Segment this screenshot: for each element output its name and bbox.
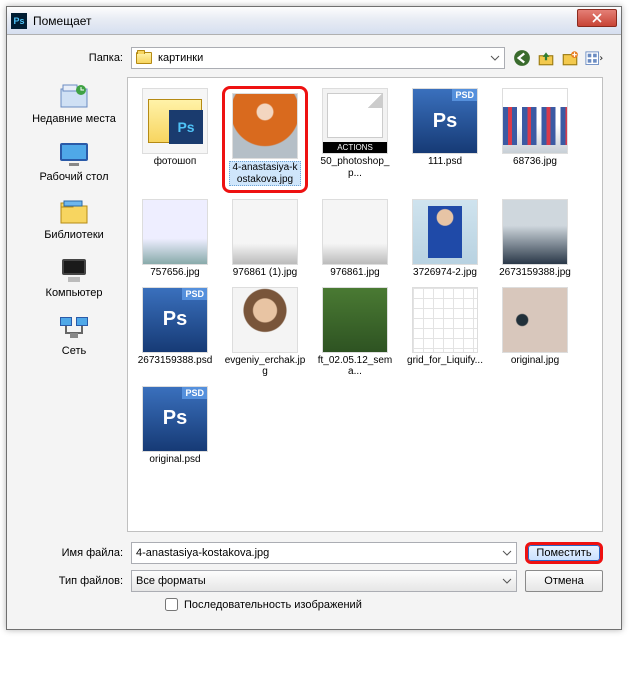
file-name: 976861 (1).jpg — [233, 267, 298, 279]
file-thumbnail — [502, 287, 568, 353]
window-title: Помещает — [33, 14, 92, 28]
file-name: evgeniy_erchak.jpg — [224, 355, 306, 378]
place-button-label: Поместить — [536, 547, 591, 559]
up-folder-icon[interactable] — [537, 49, 555, 67]
file-name: original.psd — [149, 454, 200, 466]
folder-dropdown[interactable]: картинки — [131, 47, 505, 69]
file-thumbnail: Ps — [412, 88, 478, 154]
image-sequence-label: Последовательность изображений — [184, 599, 362, 611]
file-name: 3726974-2.jpg — [413, 267, 477, 279]
toolbar-icons — [513, 49, 603, 67]
file-thumbnail — [232, 93, 298, 159]
chevron-down-icon — [490, 53, 500, 63]
filetype-label: Тип файлов: — [25, 575, 123, 587]
file-thumbnail — [502, 199, 568, 265]
folder-label: Папка: — [25, 52, 123, 64]
close-button[interactable] — [577, 9, 617, 27]
desktop-icon — [57, 139, 91, 169]
file-name: 111.psd — [428, 156, 462, 168]
file-item[interactable]: Ps 111.psd — [402, 86, 488, 193]
file-thumbnail — [232, 199, 298, 265]
file-item[interactable]: 4-anastasiya-kostakova.jpg — [222, 86, 308, 193]
file-thumbnail: ACTIONS — [322, 88, 388, 154]
file-thumbnail: Ps — [142, 386, 208, 452]
file-item[interactable]: grid_for_Liquify... — [402, 285, 488, 380]
recent-places-icon — [57, 81, 91, 111]
file-name: grid_for_Liquify... — [407, 355, 483, 367]
close-icon — [592, 13, 602, 23]
sidebar-item-label: Сеть — [62, 345, 86, 357]
sidebar-item-recent[interactable]: Недавние места — [32, 81, 116, 125]
file-name: фотошоп — [154, 156, 197, 168]
file-item[interactable]: evgeniy_erchak.jpg — [222, 285, 308, 380]
file-name: 976861.jpg — [330, 267, 380, 279]
sidebar-item-libraries[interactable]: Библиотеки — [44, 197, 104, 241]
back-icon[interactable] — [513, 49, 531, 67]
places-sidebar: Недавние места Рабочий стол Библиотеки К… — [25, 77, 123, 532]
cancel-button[interactable]: Отмена — [525, 570, 603, 592]
libraries-icon — [57, 197, 91, 227]
file-item[interactable]: Ps original.psd — [132, 384, 218, 468]
filename-label: Имя файла: — [25, 547, 123, 559]
file-thumbnail — [322, 199, 388, 265]
file-item[interactable]: 3726974-2.jpg — [402, 197, 488, 281]
file-name: 2673159388.jpg — [499, 267, 571, 279]
computer-icon — [57, 255, 91, 285]
file-name: original.jpg — [511, 355, 559, 367]
folder-name: картинки — [158, 52, 484, 64]
file-item[interactable]: 976861.jpg — [312, 197, 398, 281]
chevron-down-icon — [502, 548, 512, 558]
file-name: 4-anastasiya-kostakova.jpg — [229, 161, 301, 186]
filename-combobox[interactable]: 4-anastasiya-kostakova.jpg — [131, 542, 517, 564]
cancel-button-label: Отмена — [544, 575, 583, 587]
folder-icon — [136, 52, 152, 64]
sidebar-item-label: Рабочий стол — [39, 171, 108, 183]
file-item[interactable]: Ps 2673159388.psd — [132, 285, 218, 380]
file-item[interactable]: original.jpg — [492, 285, 578, 380]
sidebar-item-computer[interactable]: Компьютер — [46, 255, 103, 299]
file-thumbnail — [502, 88, 568, 154]
file-thumbnail — [412, 287, 478, 353]
file-item[interactable]: 2673159388.jpg — [492, 197, 578, 281]
file-name: 2673159388.psd — [138, 355, 213, 367]
file-thumbnail: Ps — [142, 88, 208, 154]
file-thumbnail — [412, 199, 478, 265]
file-item[interactable]: 68736.jpg — [492, 86, 578, 193]
photoshop-icon: Ps — [11, 13, 27, 29]
file-thumbnail — [142, 199, 208, 265]
file-thumbnail — [322, 287, 388, 353]
file-item[interactable]: 757656.jpg — [132, 197, 218, 281]
network-icon — [57, 313, 91, 343]
chevron-down-icon — [502, 576, 512, 586]
file-name: 757656.jpg — [150, 267, 200, 279]
filetype-combobox[interactable]: Все форматы — [131, 570, 517, 592]
filetype-value: Все форматы — [136, 575, 206, 587]
sidebar-item-label: Недавние места — [32, 113, 116, 125]
titlebar[interactable]: Ps Помещает — [7, 7, 621, 35]
file-thumbnail: Ps — [142, 287, 208, 353]
file-item[interactable]: Ps фотошоп — [132, 86, 218, 193]
view-mode-icon[interactable] — [585, 49, 603, 67]
file-item[interactable]: ACTIONS50_photoshop_p... — [312, 86, 398, 193]
file-browser[interactable]: Ps фотошоп 4-anastasiya-kostakova.jpg ACTIO… — [127, 77, 603, 532]
file-item[interactable]: ft_02.05.12_sema... — [312, 285, 398, 380]
sidebar-item-network[interactable]: Сеть — [57, 313, 91, 357]
sidebar-item-label: Библиотеки — [44, 229, 104, 241]
file-name: ft_02.05.12_sema... — [314, 355, 396, 378]
filename-value: 4-anastasiya-kostakova.jpg — [136, 547, 269, 559]
file-item[interactable]: 976861 (1).jpg — [222, 197, 308, 281]
image-sequence-checkbox[interactable] — [165, 598, 178, 611]
file-thumbnail — [232, 287, 298, 353]
new-folder-icon[interactable] — [561, 49, 579, 67]
sidebar-item-label: Компьютер — [46, 287, 103, 299]
place-dialog: Ps Помещает Папка: картинки — [6, 6, 622, 630]
place-button[interactable]: Поместить — [525, 542, 603, 564]
sidebar-item-desktop[interactable]: Рабочий стол — [39, 139, 108, 183]
file-name: 50_photoshop_p... — [314, 156, 396, 179]
file-name: 68736.jpg — [513, 156, 557, 168]
